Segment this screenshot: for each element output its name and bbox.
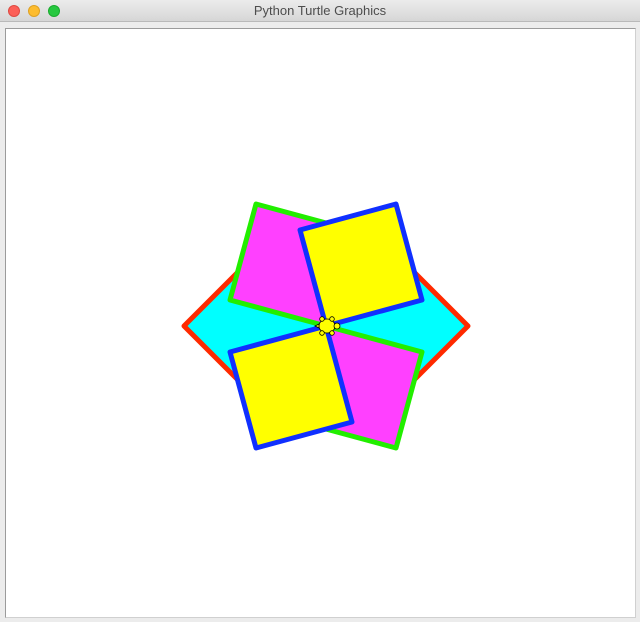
title-bar[interactable]: Python Turtle Graphics [0,0,640,22]
turtle-canvas[interactable] [5,28,636,618]
window-title: Python Turtle Graphics [253,3,387,18]
app-window: Python Turtle Graphics [0,0,640,622]
drawing-surface [181,201,471,451]
